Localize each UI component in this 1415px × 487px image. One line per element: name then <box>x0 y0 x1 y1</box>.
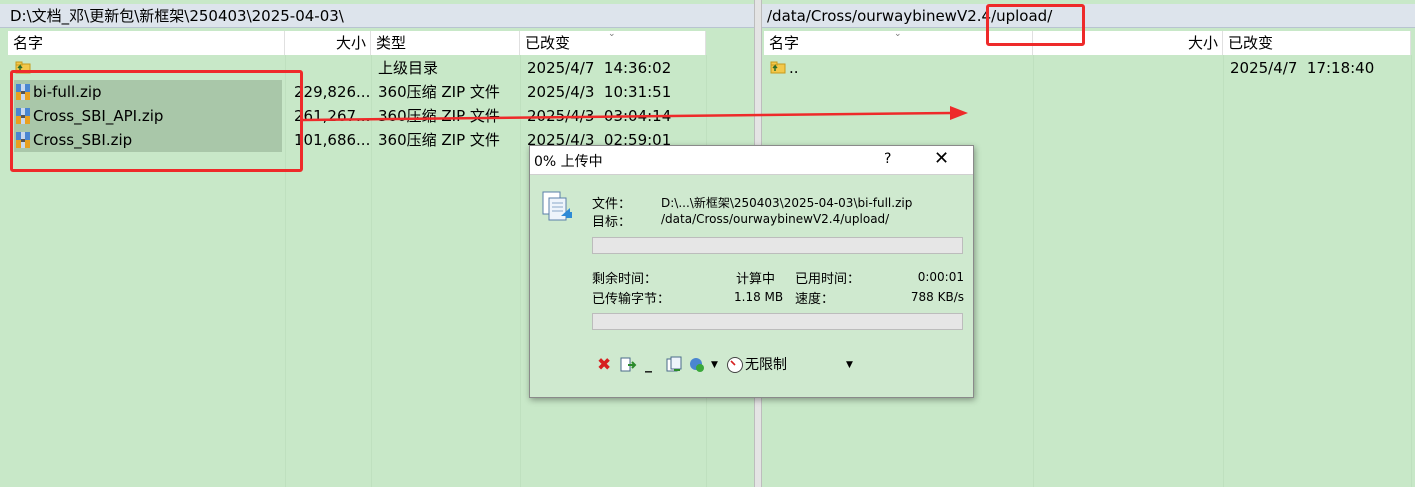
copy-upload-icon <box>542 191 572 221</box>
transferred-label: 已传输字节： <box>592 292 671 307</box>
speed-limit-dropdown-icon[interactable]: ▼ <box>846 356 853 374</box>
speed-label: 速度： <box>795 292 835 307</box>
file-progress-bar <box>592 237 963 254</box>
queue-icon[interactable] <box>665 356 683 374</box>
speed-gauge-icon <box>727 357 743 373</box>
elapsed-time-value: 0:00:01 <box>917 270 964 284</box>
minimize-icon[interactable]: _ <box>645 356 652 374</box>
dialog-title: 0% 上传中 <box>534 154 603 170</box>
speed-value: 788 KB/s <box>910 290 964 304</box>
transfer-background-icon[interactable] <box>619 356 637 374</box>
help-button[interactable]: ? <box>884 151 891 167</box>
target-value: /data/Cross/ourwaybinewV2.4/upload/ <box>661 212 890 226</box>
cancel-icon[interactable]: ✖ <box>597 356 611 374</box>
elapsed-time-label: 已用时间： <box>795 272 861 287</box>
remaining-time-label: 剩余时间： <box>592 272 658 287</box>
target-label: 目标： <box>592 215 632 230</box>
remaining-time-value: 计算中 <box>736 272 776 287</box>
options-icon[interactable] <box>688 356 706 374</box>
dialog-title-bar[interactable]: 0% 上传中 ? ✕ <box>530 146 973 175</box>
upload-progress-dialog[interactable]: 0% 上传中 ? ✕ 文件： D:\...\新框架\250403\2025-04… <box>529 145 974 398</box>
file-value: D:\...\新框架\250403\2025-04-03\bi-full.zip <box>661 196 913 210</box>
total-progress-bar <box>592 313 963 330</box>
file-label: 文件： <box>592 197 632 212</box>
transferred-value: 1.18 MB <box>734 290 784 304</box>
close-button[interactable]: ✕ <box>934 148 949 169</box>
speed-limit-value[interactable]: 无限制 <box>745 356 787 374</box>
chevron-down-icon[interactable]: ▼ <box>711 356 718 374</box>
